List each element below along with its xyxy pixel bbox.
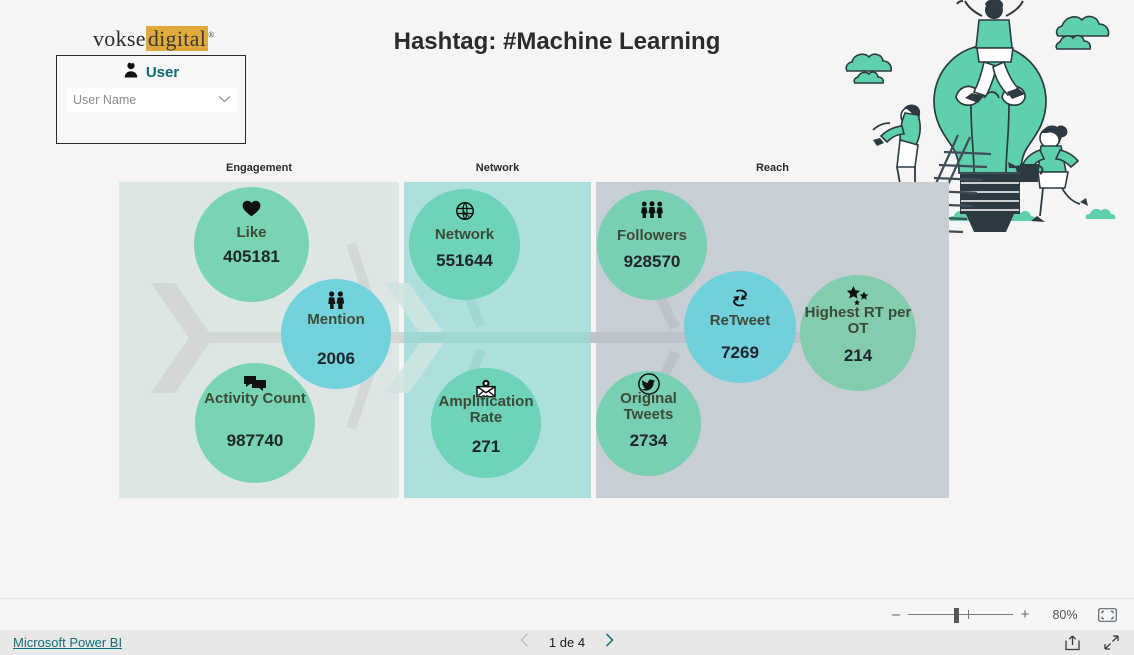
logo-trademark: ®	[208, 30, 215, 40]
zoom-slider-tick	[968, 609, 969, 619]
page-indicator: 1 de 4	[548, 635, 586, 650]
vokse-digital-logo: voksedigital ®	[93, 26, 215, 52]
kpi-bubble-activity-count[interactable]: Activity Count 987740	[195, 363, 315, 483]
section-label-engagement: Engagement	[225, 162, 292, 174]
kpi-value: 271	[471, 437, 501, 456]
kpi-value: 214	[843, 346, 873, 365]
kpi-bubble-mention[interactable]: Mention 2006	[281, 279, 391, 389]
chevron-left-icon[interactable]	[520, 633, 529, 652]
refresh-icon	[684, 287, 796, 309]
kpi-label: Amplification Rate	[438, 393, 534, 427]
user-name-dropdown[interactable]: User Name	[67, 88, 237, 112]
report-footer: Microsoft Power BI 1 de 4	[0, 630, 1134, 655]
user-name-value: User Name	[73, 93, 137, 107]
kpi-value: 2734	[629, 431, 668, 450]
kpi-bubble-like[interactable]: Like 405181	[194, 187, 309, 302]
zoom-out-button[interactable]: –	[887, 606, 905, 623]
stars-icon	[800, 286, 916, 306]
kpi-bubble-network[interactable]: Network 551644	[409, 189, 520, 300]
kpi-value: 551644	[436, 251, 493, 270]
zoom-toolbar: – + 80%	[0, 598, 1134, 630]
slicer-title: User	[145, 63, 180, 81]
chevron-right-icon[interactable]	[605, 633, 614, 652]
kpi-bubble-original-tweets[interactable]: Original Tweets 2734	[596, 371, 701, 476]
three-people-icon	[597, 201, 707, 218]
fullscreen-icon[interactable]	[1103, 634, 1120, 651]
page-navigation: 1 de 4	[0, 633, 1134, 652]
zoom-slider[interactable]	[908, 607, 1013, 623]
kpi-value: 987740	[226, 431, 284, 450]
kpi-label: Activity Count	[204, 390, 306, 407]
logo-text-digital: digital	[145, 26, 209, 51]
kpi-label: Highest RT per OT	[804, 304, 912, 338]
kpi-value: 405181	[223, 247, 280, 266]
logo-text-vokse: vokse	[93, 26, 146, 51]
kpi-value: 2006	[317, 349, 355, 368]
kpi-label: ReTweet	[709, 312, 771, 329]
kpi-bubble-followers[interactable]: Followers 928570	[597, 190, 707, 300]
chat-bubbles-icon	[195, 375, 315, 391]
kpi-label: Like	[236, 224, 267, 241]
zoom-level-label: 80%	[1052, 607, 1078, 622]
globe-icon	[409, 202, 520, 220]
kpi-label: Network	[434, 226, 495, 243]
chevron-down-icon	[218, 91, 231, 109]
kpi-label: Mention	[307, 311, 365, 328]
zoom-slider-thumb[interactable]	[954, 607, 959, 623]
fit-to-page-icon[interactable]	[1094, 605, 1120, 625]
footer-actions	[1064, 634, 1120, 651]
kpi-value: 928570	[623, 252, 681, 271]
zoom-slider-track	[908, 613, 1013, 615]
slicer-header: User	[57, 59, 245, 85]
section-label-reach: Reach	[755, 162, 790, 174]
kpi-bubble-amplification-rate[interactable]: Amplification Rate 271	[431, 368, 541, 478]
report-canvas: voksedigital ® User User Name Hashtag: #M…	[0, 0, 1134, 598]
kpi-bubble-retweet[interactable]: ReTweet 7269	[684, 271, 796, 383]
share-icon[interactable]	[1064, 634, 1081, 651]
person-icon	[123, 61, 139, 83]
kpi-label: Original Tweets	[620, 390, 677, 424]
kpi-value: 7269	[721, 343, 759, 362]
kpi-label: Followers	[616, 227, 687, 244]
two-people-icon	[281, 291, 391, 309]
user-slicer-panel: User User Name	[56, 55, 246, 144]
page-title-text: Hashtag: #Machine Learning	[393, 28, 721, 55]
section-label-network: Network	[475, 162, 520, 174]
zoom-in-button[interactable]: +	[1016, 606, 1034, 623]
kpi-bubble-highest-rt-per-ot[interactable]: Highest RT per OT 214	[800, 275, 916, 391]
heart-icon	[194, 200, 309, 217]
